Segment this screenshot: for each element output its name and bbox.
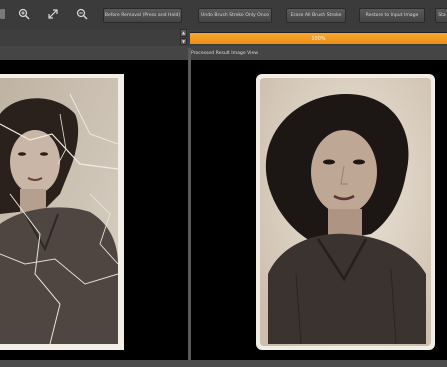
restore-input-image-button[interactable]: Restore to Input Image bbox=[359, 8, 425, 23]
erase-all-brush-stroke-button[interactable]: Erase All Brush Stroke bbox=[286, 8, 346, 23]
input-image-view[interactable] bbox=[0, 60, 188, 360]
undo-brush-stroke-button[interactable]: Undo Brush Stroke Only Once bbox=[198, 8, 272, 23]
fit-screen-icon[interactable] bbox=[45, 6, 61, 22]
spinner-down-button[interactable]: ▼ bbox=[180, 37, 187, 45]
status-strip bbox=[0, 360, 447, 367]
zoom-out-icon[interactable] bbox=[74, 6, 90, 22]
before-removal-button[interactable]: Before Removal (Press and Hold) bbox=[103, 8, 182, 23]
start-button[interactable]: Sta bbox=[435, 8, 447, 23]
brush-size-spinner[interactable]: ▲ ▼ bbox=[180, 29, 187, 45]
spinner-up-button[interactable]: ▲ bbox=[180, 29, 187, 37]
zoom-in-icon[interactable] bbox=[16, 6, 32, 22]
toolbar: Before Removal (Press and Hold) Undo Bru… bbox=[0, 0, 447, 30]
progress-bar: 100% bbox=[190, 32, 447, 44]
processed-result-view[interactable] bbox=[191, 60, 447, 360]
progress-text: 100% bbox=[311, 35, 326, 42]
partial-tool-icon[interactable] bbox=[0, 6, 8, 22]
right-view-label: Processed Result Image View bbox=[191, 50, 259, 56]
restored-portrait-photo bbox=[256, 74, 435, 350]
damaged-portrait-photo bbox=[0, 74, 124, 350]
